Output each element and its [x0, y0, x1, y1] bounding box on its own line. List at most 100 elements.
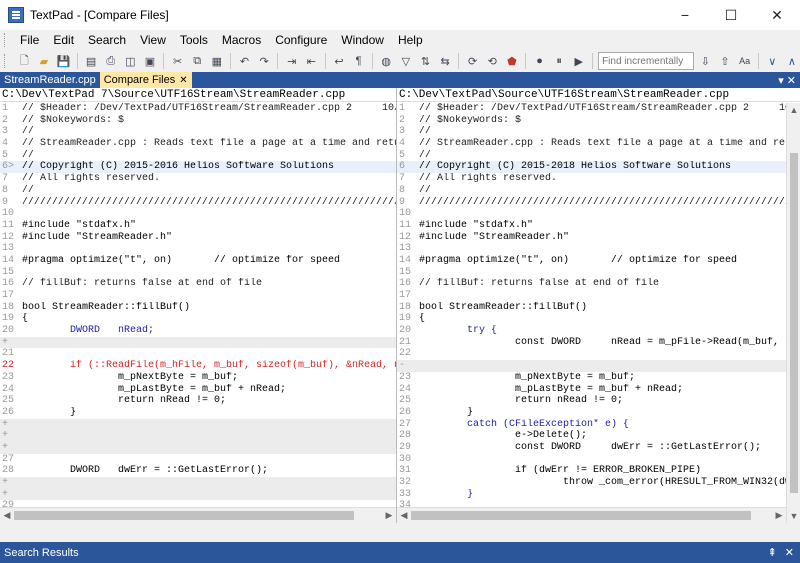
- code-line[interactable]: 33 }: [397, 489, 786, 501]
- scroll-down-icon[interactable]: ▼: [787, 509, 800, 523]
- code-line[interactable]: 3 //: [0, 126, 396, 138]
- menu-configure[interactable]: Configure: [268, 33, 334, 47]
- tool-icon[interactable]: ⬟: [504, 53, 521, 70]
- code-line[interactable]: 24 m_pLastByte = m_buf + nRead;: [0, 384, 396, 396]
- menu-view[interactable]: View: [133, 33, 173, 47]
- code-line[interactable]: 18 bool StreamReader::fillBuf(): [397, 302, 786, 314]
- code-line[interactable]: 6> // Copyright (C) 2015-2016 Helios Soft…: [0, 161, 396, 174]
- code-line[interactable]: -: [397, 360, 786, 372]
- right-compare-pane[interactable]: C:\Dev\TextPad\Source\UTF16Stream\Stream…: [397, 88, 800, 523]
- code-line[interactable]: 10: [0, 208, 396, 220]
- code-line[interactable]: 28 DWORD dwErr = ::GetLastError();: [0, 465, 396, 477]
- code-line[interactable]: 4 // StreamReader.cpp : Reads text file a…: [0, 138, 396, 150]
- menu-tools[interactable]: Tools: [173, 33, 215, 47]
- open-folder-icon[interactable]: ▰: [36, 53, 53, 70]
- tab-list-dropdown-icon[interactable]: ▾: [778, 74, 784, 87]
- code-line[interactable]: 32 throw _com_error(HRESULT_FROM_WIN32(d…: [397, 477, 786, 489]
- code-line[interactable]: +: [0, 441, 396, 454]
- code-line[interactable]: 7 // All rights reserved.: [0, 173, 396, 185]
- code-line[interactable]: 14 #pragma optimize("t", on) // optimize …: [397, 255, 786, 267]
- menu-help[interactable]: Help: [391, 33, 430, 47]
- code-line[interactable]: 19 {: [0, 313, 396, 325]
- close-button[interactable]: ✕: [754, 0, 800, 30]
- save-icon[interactable]: 💾: [55, 53, 72, 70]
- code-line[interactable]: 13: [0, 243, 396, 255]
- save-all-icon[interactable]: ▤: [83, 53, 100, 70]
- word-wrap-icon[interactable]: ↩: [331, 53, 348, 70]
- code-line[interactable]: 22: [397, 348, 786, 360]
- code-line[interactable]: 21: [0, 348, 396, 360]
- toolbar-grip[interactable]: [4, 54, 7, 68]
- code-line[interactable]: 2 // $Nokeywords: $: [0, 115, 396, 127]
- code-line[interactable]: 8 //: [397, 185, 786, 197]
- print-icon[interactable]: ⎙: [102, 53, 119, 70]
- find-incrementally-input[interactable]: [598, 52, 695, 70]
- pilcrow-icon[interactable]: ¶: [350, 53, 367, 70]
- code-line[interactable]: +: [0, 336, 396, 349]
- code-line[interactable]: 18 bool StreamReader::fillBuf(): [0, 302, 396, 314]
- code-line[interactable]: 24 m_pLastByte = m_buf + nRead;: [397, 384, 786, 396]
- left-horizontal-scrollbar[interactable]: ◀ ▶: [0, 507, 396, 523]
- code-line[interactable]: 20 DWORD nRead;: [0, 325, 396, 337]
- textpad-app-icon[interactable]: [8, 7, 24, 23]
- menu-grip[interactable]: [4, 33, 7, 47]
- code-line[interactable]: 19 {: [397, 313, 786, 325]
- code-line[interactable]: 14 #pragma optimize("t", on) // optimize …: [0, 255, 396, 267]
- code-line[interactable]: 20 try {: [397, 325, 786, 337]
- match-case-button[interactable]: Aa: [736, 53, 753, 70]
- close-panel-icon[interactable]: ✕: [785, 546, 794, 559]
- copy-icon[interactable]: ⧉: [189, 53, 206, 70]
- cut-icon[interactable]: ✂: [169, 53, 186, 70]
- code-line[interactable]: 34: [397, 500, 786, 507]
- paste-icon[interactable]: ▦: [209, 53, 226, 70]
- code-line[interactable]: 10: [397, 208, 786, 220]
- filter-icon[interactable]: ▽: [397, 53, 414, 70]
- vertical-scroll-thumb[interactable]: [790, 153, 798, 493]
- code-line[interactable]: 15: [397, 267, 786, 279]
- tab-close-icon[interactable]: ✕: [179, 75, 187, 86]
- find-next-icon[interactable]: ⇩: [697, 53, 714, 70]
- code-line[interactable]: 17: [397, 290, 786, 302]
- pin-icon[interactable]: ⇞: [768, 546, 777, 559]
- scroll-left-icon[interactable]: ◀: [397, 509, 411, 523]
- code-line[interactable]: 4 // StreamReader.cpp : Reads text file a…: [397, 138, 786, 150]
- indent-icon[interactable]: ⇥: [283, 53, 300, 70]
- code-line[interactable]: 15: [0, 267, 396, 279]
- code-line[interactable]: 25 return nRead != 0;: [0, 395, 396, 407]
- code-line[interactable]: 27: [0, 454, 396, 466]
- left-compare-pane[interactable]: C:\Dev\TextPad 7\Source\UTF16Stream\Stre…: [0, 88, 397, 523]
- scroll-up-icon[interactable]: ▲: [787, 103, 800, 117]
- code-line[interactable]: 23 m_pNextByte = m_buf;: [0, 372, 396, 384]
- sort-icon[interactable]: ⇅: [417, 53, 434, 70]
- menu-file[interactable]: File: [13, 33, 46, 47]
- next-difference-icon[interactable]: ∨: [764, 53, 781, 70]
- macro-icon[interactable]: ⟲: [484, 53, 501, 70]
- maximize-button[interactable]: ☐: [708, 0, 754, 30]
- left-code-view[interactable]: 1 // $Header: /Dev/TextPad/UTF16Stream/St…: [0, 103, 396, 507]
- code-line[interactable]: 16 // fillBuf: returns false at end of fi…: [0, 278, 396, 290]
- code-line[interactable]: 11 #include "stdafx.h": [397, 220, 786, 232]
- clip-library-icon[interactable]: ⟳: [464, 53, 481, 70]
- code-line[interactable]: 31 if (dwErr != ERROR_BROKEN_PIPE): [397, 465, 786, 477]
- menu-edit[interactable]: Edit: [46, 33, 81, 47]
- code-line[interactable]: 29: [0, 500, 396, 507]
- code-line[interactable]: +: [0, 488, 396, 501]
- code-line[interactable]: 28 e->Delete();: [397, 430, 786, 442]
- scroll-thumb[interactable]: [14, 511, 354, 520]
- menu-window[interactable]: Window: [334, 33, 391, 47]
- code-line[interactable]: 9 ///////////////////////////////////////…: [397, 197, 786, 209]
- vertical-scrollbar[interactable]: ▲ ▼: [786, 103, 800, 523]
- close-document-icon[interactable]: ✕: [787, 74, 796, 87]
- code-line[interactable]: 30: [397, 454, 786, 466]
- scroll-thumb[interactable]: [411, 511, 751, 520]
- code-line[interactable]: 11 #include "stdafx.h": [0, 220, 396, 232]
- page-setup-icon[interactable]: ▣: [142, 53, 159, 70]
- code-line[interactable]: 5 //: [0, 150, 396, 162]
- code-line[interactable]: 8 //: [0, 185, 396, 197]
- code-line[interactable]: 6 // Copyright (C) 2015-2018 Helios Softw…: [397, 161, 786, 174]
- code-line[interactable]: 5 //: [397, 150, 786, 162]
- code-line[interactable]: 29 const DWORD dwErr = ::GetLastError();: [397, 442, 786, 454]
- code-line[interactable]: 12 #include "StreamReader.h": [0, 232, 396, 244]
- code-line[interactable]: 21 const DWORD nRead = m_pFile->Read(m_b…: [397, 337, 786, 349]
- minimize-button[interactable]: −: [662, 0, 708, 30]
